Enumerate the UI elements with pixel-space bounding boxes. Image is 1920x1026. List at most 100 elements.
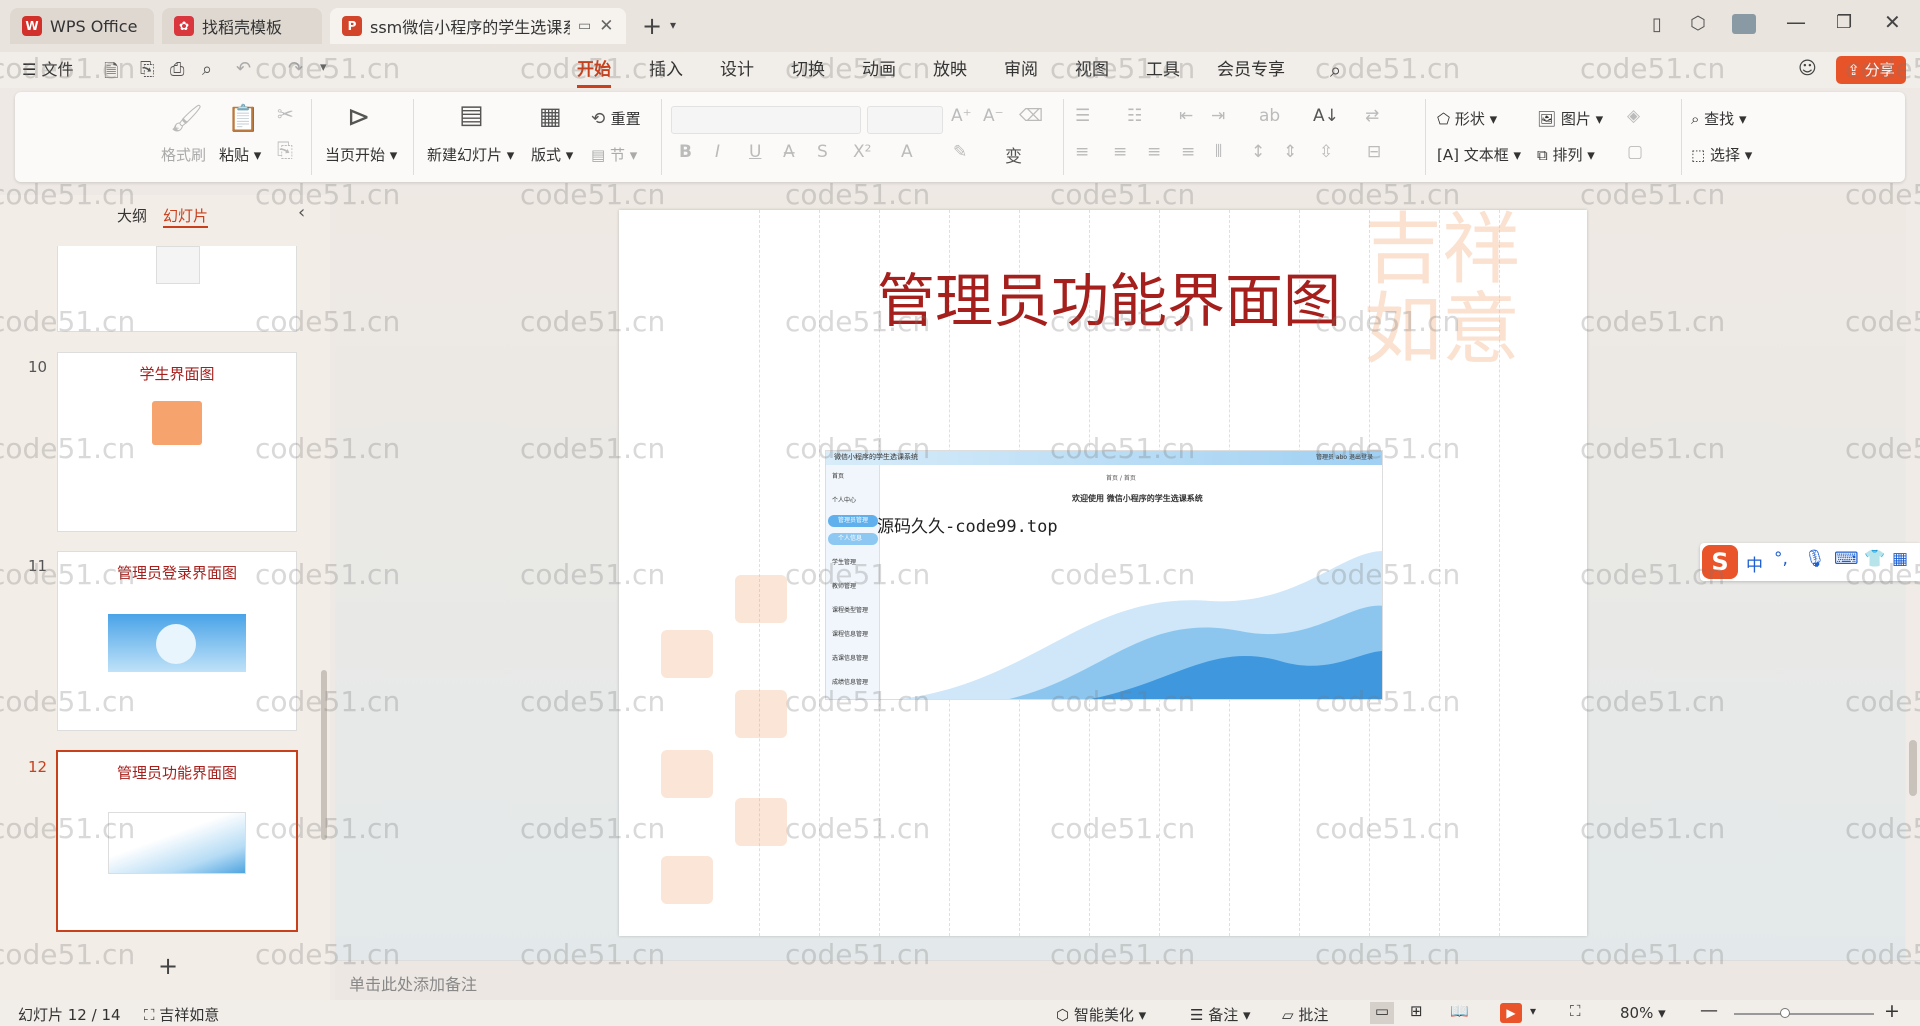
bold-icon[interactable]: B [679,142,692,162]
save-icon[interactable]: 🗎 [104,59,118,89]
collapse-panel-icon[interactable]: ‹ [298,202,305,223]
menu-insert[interactable]: 插入 [649,52,683,88]
export-icon[interactable]: ⎘ [140,59,154,80]
skin-icon[interactable]: 👕 [1864,549,1885,569]
highlight-icon[interactable]: ✎ [953,142,967,162]
text-box-fit-icon[interactable]: ⊟ [1367,142,1381,162]
clear-format-icon[interactable]: ⌫ [1019,106,1043,126]
copy-icon[interactable]: ⎘ [277,138,293,162]
menu-slideshow[interactable]: 放映 [933,52,967,88]
font-size-select[interactable] [867,106,943,134]
monitor-icon[interactable]: ▭ [578,18,591,34]
embedded-screenshot[interactable]: 微信小程序的学生选课系统 管理员 abo 退出登录 首页 个人中心 管理员管理 … [825,450,1383,700]
ime-lang[interactable]: 中 [1746,551,1763,576]
textbox-button[interactable]: [A] 文本框 ▾ [1437,144,1521,165]
indent-icon[interactable]: ⇥ [1211,106,1225,126]
notes-pane[interactable]: 单击此处添加备注 [335,960,1920,1000]
slide-sorter-icon[interactable]: ⊞ [1410,1002,1423,1020]
zoom-slider[interactable] [1734,1008,1874,1018]
zoom-slider-thumb[interactable] [1780,1008,1790,1018]
paste-button[interactable]: 粘贴 ▾ [219,144,261,165]
columns-icon[interactable]: ⫴ [1215,142,1222,162]
tab-slides[interactable]: 幻灯片 [163,205,209,228]
sort-icon[interactable]: A↓ [1313,106,1339,126]
beautify-button[interactable]: ⬡ 智能美化 ▾ [1056,1004,1146,1025]
text-direction-icon[interactable]: ab [1259,106,1280,126]
search-icon[interactable]: ⌕ [1330,58,1341,82]
keyboard-icon[interactable]: ⌨ [1834,549,1859,569]
underline-icon[interactable]: U [749,142,761,162]
italic-icon[interactable]: I [715,142,720,162]
menu-animation[interactable]: 动画 [862,52,896,88]
section-button[interactable]: ▤ 节 ▾ [591,144,637,165]
undo-icon[interactable]: ↶ [236,58,251,79]
menu-home[interactable]: 开始 [577,52,611,88]
numbering-icon[interactable]: ☷ [1127,106,1142,126]
close-tab-icon[interactable]: ✕ [599,16,613,36]
superscript-icon[interactable]: X² [853,142,871,162]
vertical-align-icon[interactable]: ⇳ [1319,142,1333,162]
slide-thumbnail-11[interactable]: 管理员登录界面图 [57,551,297,731]
arrange-button[interactable]: ⧉ 排列 ▾ [1537,144,1595,165]
menu-member[interactable]: 会员专享 [1217,52,1285,88]
zoom-level[interactable]: 80% ▾ [1620,1004,1666,1022]
add-slide-icon[interactable]: + [158,952,178,980]
reading-view-icon[interactable]: 📖 [1450,1002,1469,1020]
cut-icon[interactable]: ✂ [277,102,294,126]
maximize-icon[interactable]: ❐ [1836,12,1852,33]
convert-icon[interactable]: ⇄ [1365,106,1379,126]
picture-button[interactable]: 🖼 图片 ▾ [1537,108,1603,129]
zoom-in-icon[interactable]: + [1884,1000,1900,1022]
print-icon[interactable]: ⎙ [170,59,184,80]
chevron-down-icon[interactable]: ▾ [670,18,676,32]
menu-design[interactable]: 设计 [720,52,754,88]
tab-docer[interactable]: ✿ 找稻壳模板 [162,8,322,44]
slide-thumbnail-12[interactable]: 管理员功能界面图 [56,750,298,932]
tab-outline[interactable]: 大纲 [117,205,147,226]
close-window-icon[interactable]: ✕ [1884,10,1901,34]
font-name-select[interactable] [671,106,861,134]
fill-icon[interactable]: ◈ [1627,106,1640,126]
align-left-icon[interactable]: ≡ [1075,142,1089,162]
minimize-icon[interactable]: — [1786,10,1806,34]
print-preview-icon[interactable]: ⌕ [202,59,212,80]
bullets-icon[interactable]: ☰ [1075,106,1090,126]
file-menu[interactable]: ☰ 文件 [22,52,73,88]
reset-button[interactable]: ⟲ 重置 [591,108,641,129]
punctuation-icon[interactable]: °, [1774,549,1788,569]
font-color-icon[interactable]: A [901,142,913,162]
zoom-out-icon[interactable]: — [1700,1000,1718,1021]
find-button[interactable]: ⌕ 查找 ▾ [1691,108,1747,129]
more-chevron-icon[interactable]: ▾ [320,60,327,75]
decrease-font-icon[interactable]: A⁻ [983,106,1004,126]
line-spacing-icon[interactable]: ↕ [1251,142,1265,162]
microphone-icon[interactable]: 🎙 [1804,549,1826,569]
select-button[interactable]: ⬚ 选择 ▾ [1691,144,1752,165]
overlay-text[interactable]: 源码久久-code99.top [877,512,1058,537]
slideshow-play-icon[interactable]: ▶ [1500,1003,1522,1023]
cube-icon[interactable]: ⬡ [1690,13,1706,34]
new-tab-icon[interactable]: + [642,12,662,40]
scrollbar-thumb[interactable] [1909,740,1917,796]
new-slide-button[interactable]: 新建幻灯片 ▾ [427,144,514,165]
play-from-current-button[interactable]: 当页开始 ▾ [325,144,397,165]
slideshow-dropdown-icon[interactable]: ▾ [1530,1004,1536,1018]
tab-wps-office[interactable]: W WPS Office [10,8,154,44]
align-right-icon[interactable]: ≡ [1147,142,1161,162]
sidebar-toggle-icon[interactable]: ▯ [1652,14,1662,35]
strike-icon[interactable]: A̶ [783,142,795,162]
comments-button[interactable]: ▱ 批注 [1282,1004,1328,1025]
notes-button[interactable]: ☰ 备注 ▾ [1190,1004,1251,1025]
phonetic-icon[interactable]: 变 [1005,142,1022,167]
panel-scrollbar[interactable] [321,670,327,840]
slide-canvas[interactable]: 吉祥 如意 管理员功能界面图 微信小程序的学生选课系统 管理员 abo 退出登录 … [619,210,1587,936]
outdent-icon[interactable]: ⇤ [1179,106,1193,126]
slide-title[interactable]: 管理员功能界面图 [849,254,1369,338]
shape-button[interactable]: ⬠ 形状 ▾ [1437,108,1497,129]
format-painter-button[interactable]: 格式刷 [161,144,206,165]
fit-window-icon[interactable]: ⛶ [1570,1002,1581,1020]
justify-icon[interactable]: ≡ [1181,142,1195,162]
toolbox-icon[interactable]: ▦ [1892,549,1908,569]
share-button[interactable]: ⇪ 分享 [1836,56,1906,84]
chat-icon[interactable]: ☺ [1798,58,1817,79]
